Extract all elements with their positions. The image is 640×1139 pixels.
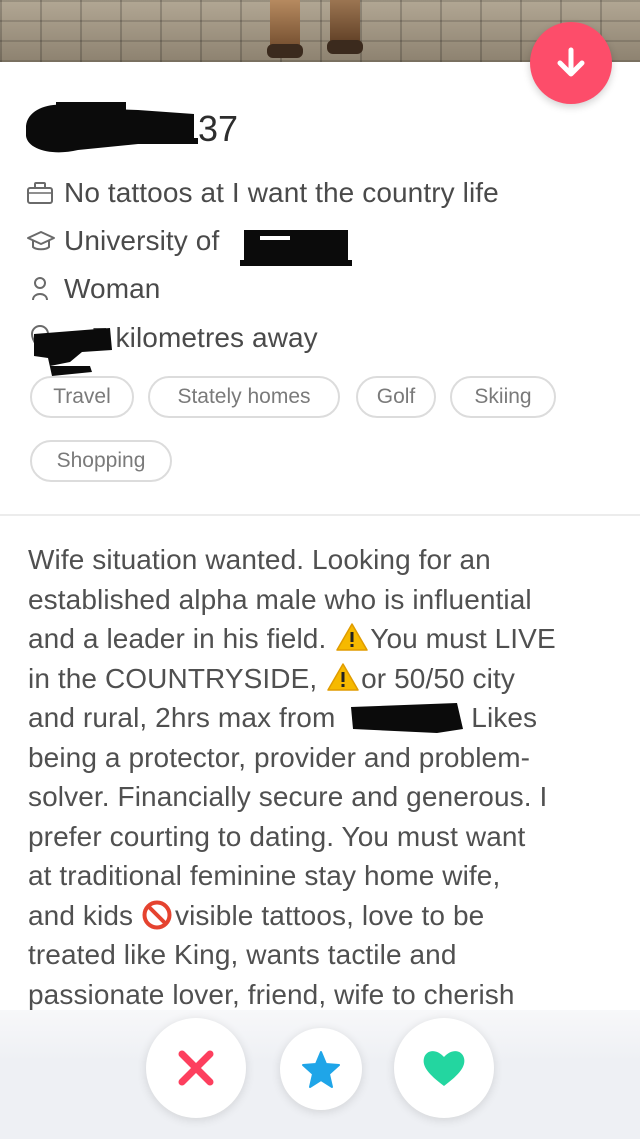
prohibited-icon — [142, 900, 172, 929]
redaction-mark — [240, 230, 352, 266]
redaction-mark — [34, 328, 112, 376]
bio-line: prefer courting to dating. You must want — [28, 820, 526, 852]
superlike-button[interactable] — [280, 1028, 362, 1110]
interest-chip: Shopping — [30, 440, 172, 482]
bio-line: and kids visible tattoos, love to be — [28, 899, 485, 931]
bio-line: passionate lover, friend, wife to cheris… — [28, 978, 515, 1010]
profile-school-row: University of — [26, 224, 219, 258]
profile-gender-row: Woman — [26, 272, 160, 306]
redaction-mark — [26, 102, 198, 153]
arrow-down-icon — [557, 47, 585, 77]
heart-icon — [423, 1051, 465, 1086]
interest-chip: Stately homes — [148, 376, 340, 418]
profile-job: No tattoos at I want the country life — [64, 177, 499, 208]
redaction-mark — [351, 703, 464, 733]
horse-hoof — [267, 44, 303, 58]
interest-chip: Travel — [30, 376, 134, 418]
profile-age: 37 — [198, 108, 239, 149]
horse-hoof — [327, 40, 363, 54]
profile-distance: 7 kilometres away — [92, 322, 318, 353]
nope-button[interactable] — [146, 1018, 246, 1118]
bio-line: and a leader in his field. You must LIVE — [28, 622, 556, 654]
graduation-cap-icon — [26, 227, 58, 255]
person-icon — [26, 275, 58, 303]
interest-chip: Skiing — [450, 376, 556, 418]
warning-icon — [335, 622, 369, 652]
interest-chip: Golf — [356, 376, 436, 418]
bio-line: solver. Financially secure and generous.… — [28, 781, 548, 812]
bio-line: and rural, 2hrs max from Likes — [28, 698, 628, 738]
bio-line: at traditional feminine stay home wife, — [28, 860, 501, 891]
collapse-profile-button[interactable] — [530, 22, 612, 104]
bio-line: treated like King, wants tactile and — [28, 939, 457, 970]
x-icon — [178, 1050, 214, 1086]
bio-line: Wife situation wanted. Looking for an — [28, 544, 491, 575]
bio-line: established alpha male who is influentia… — [28, 583, 532, 615]
bio-line: in the COUNTRYSIDE, or 50/50 city — [28, 662, 515, 694]
warning-icon — [326, 662, 360, 692]
briefcase-icon — [26, 179, 58, 207]
profile-school: University of — [64, 225, 220, 256]
like-button[interactable] — [394, 1018, 494, 1118]
star-icon — [302, 1051, 340, 1088]
profile-gender: Woman — [64, 273, 161, 304]
profile-job-row: No tattoos at I want the country life — [26, 176, 499, 210]
bio-line: being a protector, provider and problem- — [28, 741, 531, 773]
profile-bio: Wife situation wanted. Looking for an es… — [28, 540, 628, 1014]
section-divider — [0, 514, 640, 516]
